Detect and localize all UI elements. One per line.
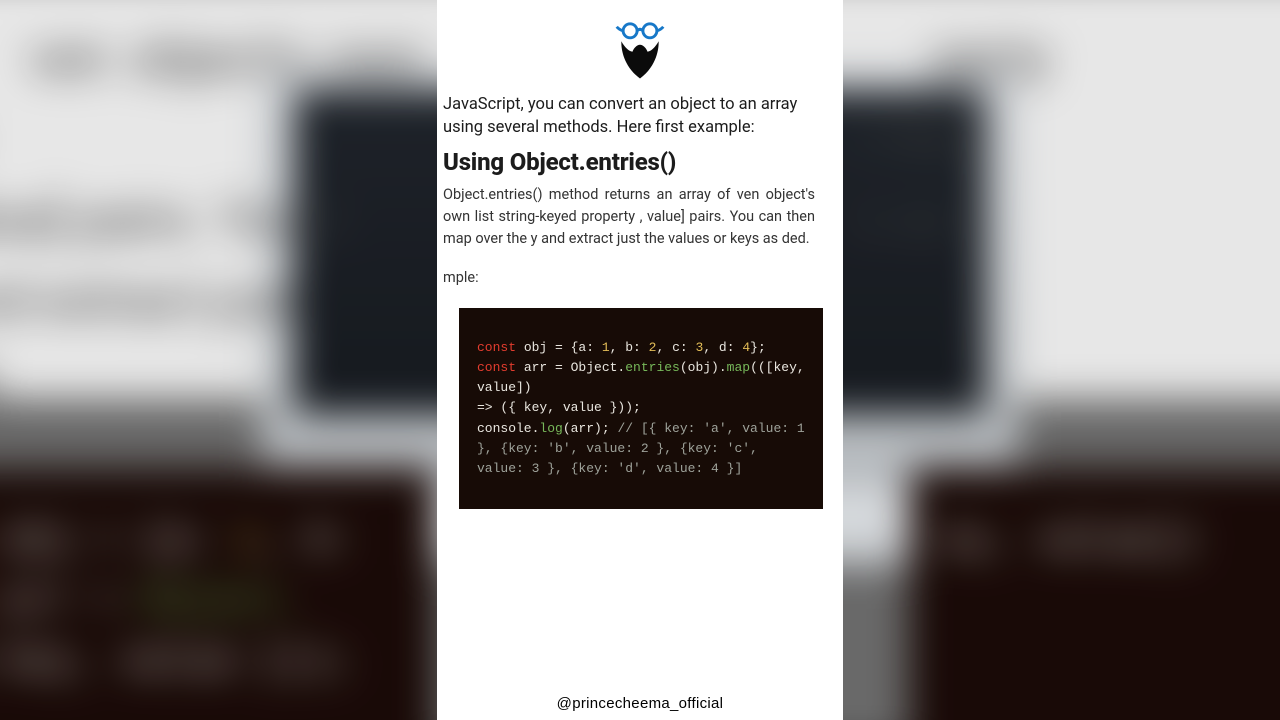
bg-code-right: ey, value])	[910, 468, 1280, 720]
example-label: mple:	[407, 251, 843, 286]
intro-text: JavaScript, you can convert an object to…	[407, 90, 843, 140]
code-keyword: const	[477, 340, 516, 355]
code-fn: entries	[625, 360, 680, 375]
code-fn: log	[539, 421, 562, 436]
section-heading: Using Object.entries()	[407, 140, 843, 182]
bg-code-left: const obj = {a: 1, b: const arr = Object…	[0, 468, 435, 720]
bg-text-right: perty r the s as	[856, 0, 1280, 341]
code-keyword: const	[477, 360, 516, 375]
content-card: JavaScript, you can convert an object to…	[437, 0, 843, 720]
beard-glasses-icon	[610, 18, 670, 86]
bg-text-right-main: perty r the s as	[856, 28, 1050, 250]
bg-text-left-main: ven object's own list , value] pairs. Yo…	[0, 28, 437, 411]
article-content: JavaScript, you can convert an object to…	[407, 90, 847, 509]
body-text: Object.entries() method returns an array…	[407, 182, 843, 251]
code-fn: map	[727, 360, 750, 375]
stage: ven object's own list , value] pairs. Yo…	[0, 0, 1280, 720]
author-handle: @princecheema_official	[437, 695, 843, 712]
code-block: const obj = {a: 1, b: 2, c: 3, d: 4}; co…	[459, 308, 823, 509]
brand-logo	[437, 0, 843, 90]
